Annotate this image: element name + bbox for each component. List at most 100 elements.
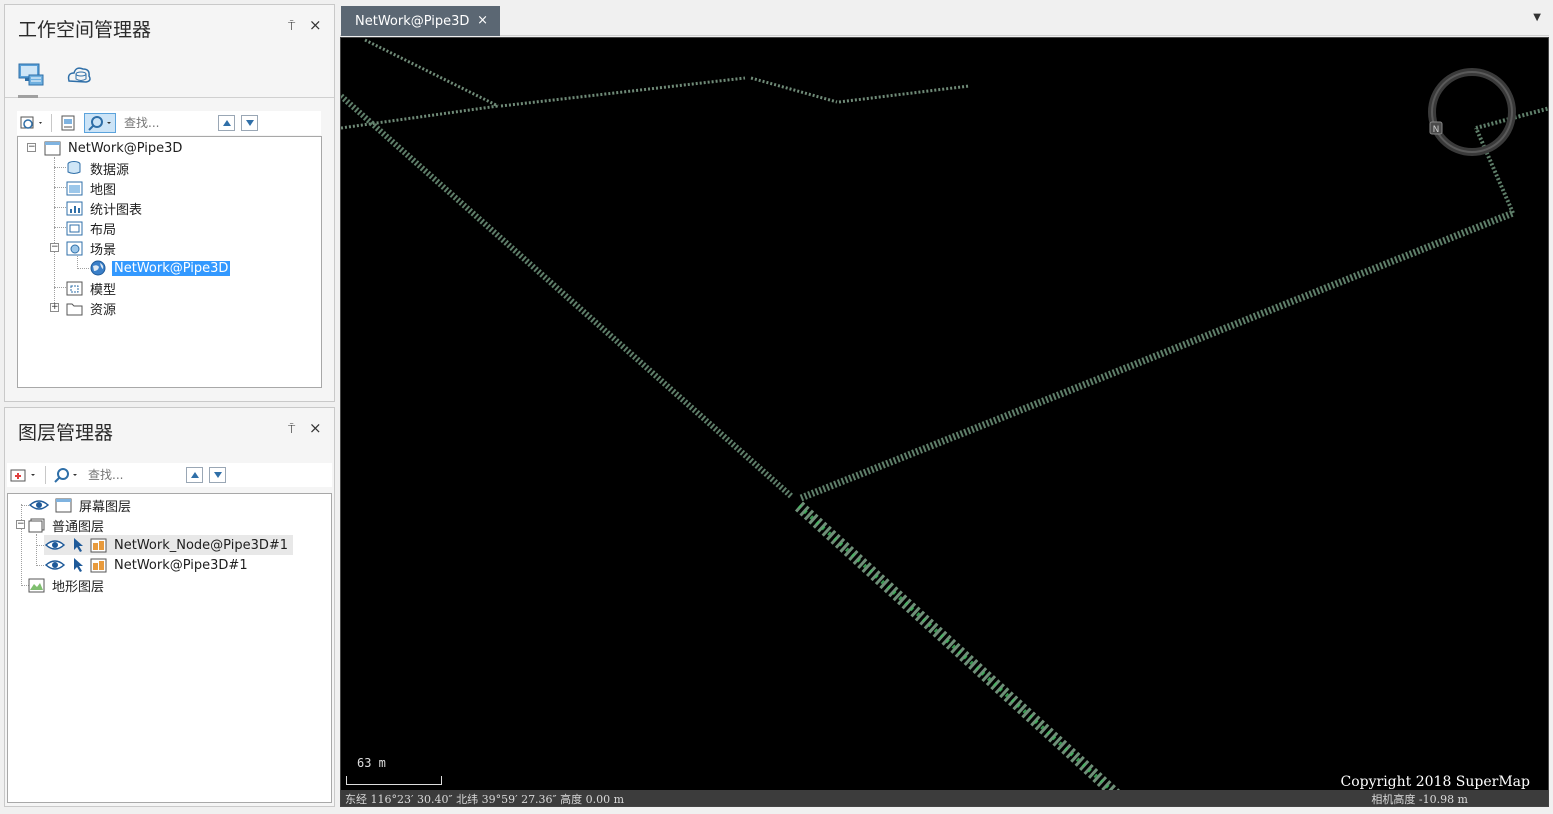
move-up-button[interactable] xyxy=(218,115,235,131)
expand-resources-icon[interactable]: + xyxy=(50,303,59,312)
panel-title: 图层管理器 xyxy=(18,422,114,444)
tree-item-label: 统计图表 xyxy=(90,202,143,218)
tree-item-scene-child[interactable]: NetWork@Pipe3D xyxy=(90,258,231,278)
tree-guide xyxy=(54,167,66,168)
tree-item-resources[interactable]: 资源 xyxy=(66,298,118,318)
pipe-branch-right xyxy=(799,106,1548,502)
document-tabstrip: NetWork@Pipe3D × ▼ xyxy=(340,4,1549,36)
toolbar-separator xyxy=(51,114,52,132)
tree-item-datasource[interactable]: 数据源 xyxy=(66,158,131,178)
pipe-network-render: N xyxy=(341,38,1548,806)
close-icon[interactable]: × xyxy=(309,16,322,34)
tab-label: NetWork@Pipe3D xyxy=(355,13,470,29)
selectable-cursor-icon[interactable] xyxy=(71,557,85,573)
layer-label: NetWork_Node@Pipe3D#1 xyxy=(114,537,289,553)
tree-item-label: 布局 xyxy=(90,222,117,238)
svg-text:N: N xyxy=(1433,125,1440,135)
model-layer-icon xyxy=(90,557,107,573)
tree-item-label: 场景 xyxy=(90,242,117,258)
tree-root-label: NetWork@Pipe3D xyxy=(68,140,183,156)
tree-guide xyxy=(77,268,89,269)
tree-guide xyxy=(21,504,22,586)
close-icon[interactable]: × xyxy=(309,419,322,437)
folder-icon xyxy=(66,300,83,316)
tree-item-chart[interactable]: 统计图表 xyxy=(66,198,144,218)
datasource-icon xyxy=(66,160,83,176)
collapse-root-icon[interactable]: − xyxy=(27,143,36,152)
eye-icon[interactable] xyxy=(44,537,66,553)
tree-item-scene[interactable]: 场景 xyxy=(66,238,118,258)
tree-item-label: 模型 xyxy=(90,282,117,298)
layer-network-node[interactable]: NetWork_Node@Pipe3D#1 xyxy=(44,535,294,555)
pin-icon[interactable]: ⍑ xyxy=(288,19,295,34)
layer-terrain[interactable]: 地形图层 xyxy=(28,575,106,595)
selectable-cursor-icon[interactable] xyxy=(71,537,85,553)
scale-bar xyxy=(346,776,442,785)
export-icon[interactable] xyxy=(56,113,80,133)
tree-guide xyxy=(36,545,44,546)
view-underline xyxy=(5,97,334,98)
screen-layer-icon xyxy=(55,497,72,513)
tree-item-label: NetWork@Pipe3D xyxy=(112,260,231,276)
scene-viewport[interactable]: N 63 m Copyright 2018 SuperMap 东经 116°23… xyxy=(340,37,1549,807)
globe-icon xyxy=(90,260,107,276)
map-icon xyxy=(66,180,83,196)
search-button[interactable] xyxy=(50,465,82,485)
layer-manager-panel: 图层管理器 ⍑ × 查找... 屏幕图层 − 普通图层 NetWork_Node… xyxy=(4,407,335,807)
collapse-normal-layer-icon[interactable]: − xyxy=(16,520,25,529)
layer-label: NetWork@Pipe3D#1 xyxy=(114,557,248,573)
chart-icon xyxy=(66,200,83,216)
app-window: 工作空间管理器 ⍑ × 查找... − NetWork@Pipe3D 数据源 地… xyxy=(0,0,1553,814)
coordinates-readout: 东经 116°23′ 30.40″ 北纬 39°59′ 27.36″ 高度 0.… xyxy=(345,793,625,806)
move-down-button[interactable] xyxy=(241,115,258,131)
layout-icon xyxy=(66,220,83,236)
layer-screen[interactable]: 屏幕图层 xyxy=(28,495,133,515)
tree-item-layout[interactable]: 布局 xyxy=(66,218,118,238)
view-active-indicator xyxy=(18,95,38,98)
collapse-scene-icon[interactable]: − xyxy=(50,243,59,252)
tree-guide xyxy=(54,187,66,188)
layer-label: 普通图层 xyxy=(52,519,105,535)
tree-item-label: 资源 xyxy=(90,302,117,318)
eye-icon[interactable] xyxy=(28,497,50,513)
move-up-button[interactable] xyxy=(186,467,203,483)
tree-guide xyxy=(54,207,66,208)
tab-network-pipe3d[interactable]: NetWork@Pipe3D × xyxy=(341,6,500,36)
tree-guide xyxy=(54,227,66,228)
workspace-icon xyxy=(44,140,61,156)
copyright-text: Copyright 2018 SuperMap xyxy=(1340,774,1530,790)
layer-search-input[interactable] xyxy=(88,465,178,485)
tree-guide xyxy=(54,157,55,307)
tree-root[interactable]: NetWork@Pipe3D xyxy=(44,138,184,158)
pin-icon[interactable]: ⍑ xyxy=(288,422,295,437)
panel-title: 工作空间管理器 xyxy=(18,19,152,41)
workspace-tree: − NetWork@Pipe3D 数据源 地图 统计图表 布局 − 场景 Net… xyxy=(17,136,322,388)
search-button[interactable] xyxy=(84,113,116,133)
pipe-far-top xyxy=(341,38,970,130)
local-workspace-icon[interactable] xyxy=(17,61,45,87)
tree-item-model[interactable]: 模型 xyxy=(66,278,118,298)
model-layer-icon xyxy=(90,537,107,553)
workspace-manager-panel: 工作空间管理器 ⍑ × 查找... − NetWork@Pipe3D 数据源 地… xyxy=(4,4,335,402)
layer-toolbar xyxy=(7,463,332,487)
add-layer-button[interactable] xyxy=(7,465,41,485)
cloud-workspace-icon[interactable] xyxy=(65,61,93,87)
layer-normal[interactable]: 普通图层 xyxy=(28,515,106,535)
tree-item-map[interactable]: 地图 xyxy=(66,178,118,198)
compass-icon[interactable]: N xyxy=(1428,68,1516,156)
layer-label: 地形图层 xyxy=(52,579,105,595)
eye-icon[interactable] xyxy=(44,557,66,573)
tree-item-label: 数据源 xyxy=(90,162,130,178)
tree-guide xyxy=(36,565,44,566)
move-down-button[interactable] xyxy=(209,467,226,483)
tree-guide xyxy=(54,287,66,288)
visibility-filter-button[interactable] xyxy=(17,113,47,133)
chevron-down-icon[interactable]: ▼ xyxy=(1533,12,1541,23)
layer-label: 屏幕图层 xyxy=(79,499,132,515)
toolbar-separator xyxy=(45,466,46,484)
workspace-search-input[interactable] xyxy=(124,113,214,133)
tree-item-label: 地图 xyxy=(90,182,117,198)
close-icon[interactable]: × xyxy=(477,13,488,28)
model-icon xyxy=(66,280,83,296)
layer-network[interactable]: NetWork@Pipe3D#1 xyxy=(44,555,250,575)
